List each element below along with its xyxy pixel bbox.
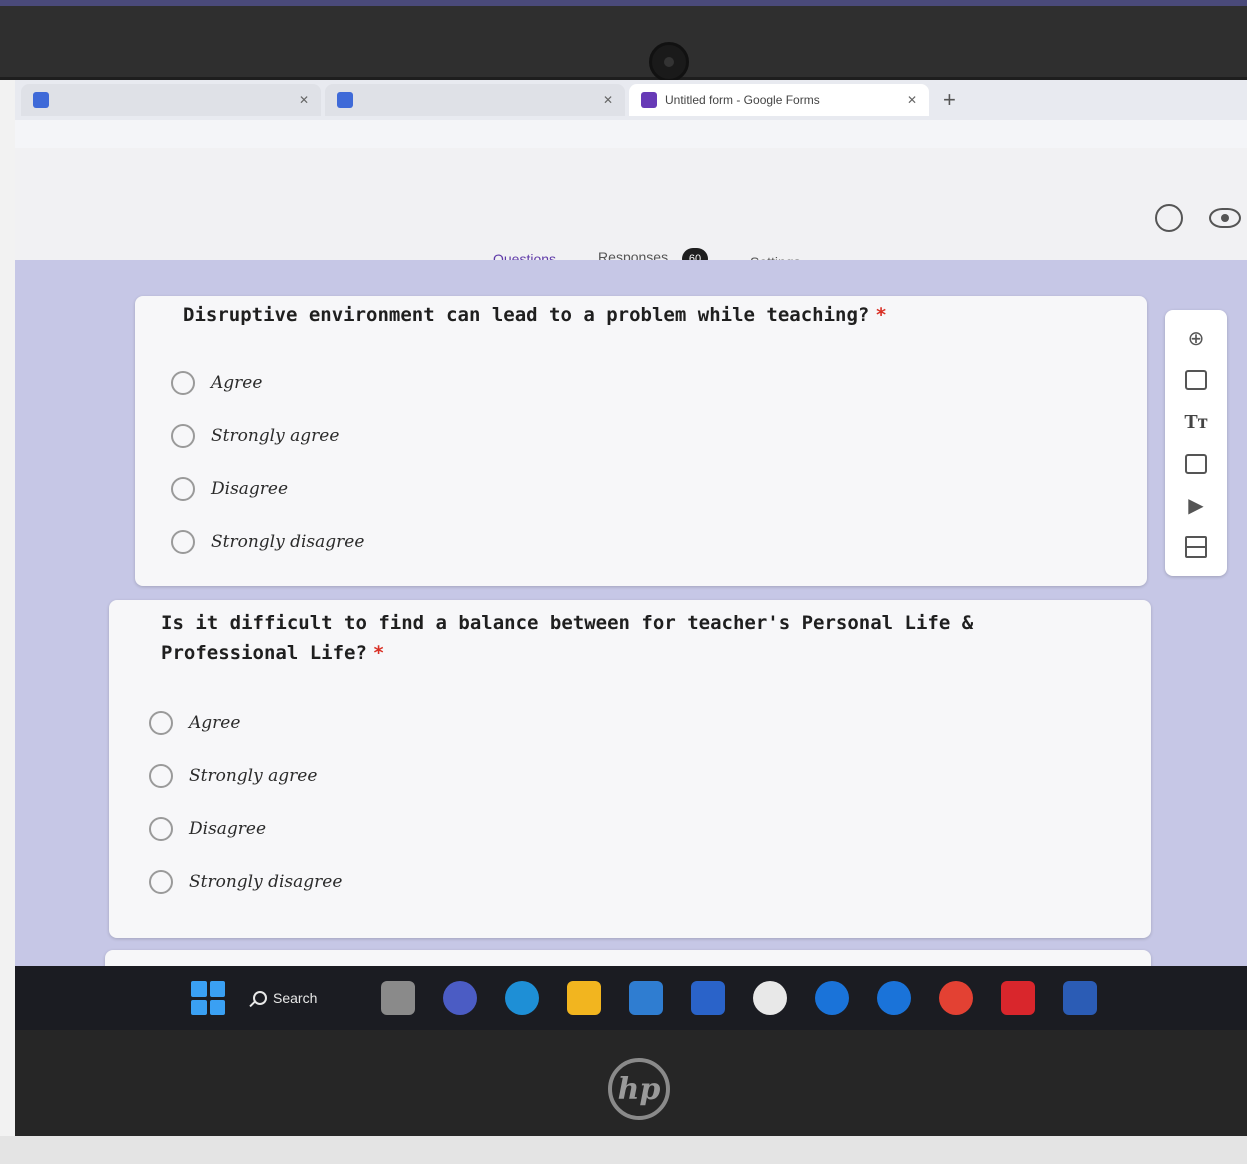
option-label: Disagree <box>211 478 289 499</box>
question-card-3[interactable] <box>105 950 1151 966</box>
option-label: Strongly agree <box>189 765 318 786</box>
search-icon <box>253 991 267 1005</box>
option-strongly-disagree[interactable]: Strongly disagree <box>149 855 342 908</box>
windows-start-icon[interactable] <box>191 981 225 1015</box>
question-card-2[interactable]: Is it difficult to find a balance betwee… <box>109 600 1151 938</box>
option-disagree[interactable]: Disagree <box>171 462 364 515</box>
add-title-icon[interactable]: Tт <box>1181 407 1211 437</box>
word-icon[interactable] <box>1063 981 1097 1015</box>
option-strongly-agree[interactable]: Strongly agree <box>171 409 364 462</box>
app-icon-3[interactable] <box>1001 981 1035 1015</box>
radio-button[interactable] <box>171 370 195 395</box>
radio-button[interactable] <box>171 476 195 501</box>
store-icon[interactable] <box>691 981 725 1015</box>
radio-button[interactable] <box>171 529 195 554</box>
radio-button[interactable] <box>149 816 173 841</box>
browser-tab-strip: ✕ ✕ Untitled form - Google Forms ✕ + <box>15 80 1247 120</box>
app-icon-1[interactable] <box>815 981 849 1015</box>
edge-icon[interactable] <box>505 981 539 1015</box>
close-icon[interactable]: ✕ <box>907 93 917 107</box>
windows-taskbar: Search <box>15 966 1247 1030</box>
tab-title: Untitled form - Google Forms <box>665 93 820 107</box>
tab-favicon-icon <box>33 92 49 108</box>
camera-icon[interactable] <box>753 981 787 1015</box>
laptop-top-bezel <box>0 0 1247 82</box>
form-canvas: Disruptive environment can lead to a pro… <box>15 260 1247 966</box>
header-icons <box>1155 204 1241 232</box>
option-agree[interactable]: Agree <box>171 356 364 409</box>
option-label: Disagree <box>189 818 267 839</box>
app-icon-2[interactable] <box>877 981 911 1015</box>
radio-button[interactable] <box>149 710 173 735</box>
mail-icon[interactable] <box>629 981 663 1015</box>
option-label: Strongly disagree <box>211 531 365 552</box>
taskbar-search[interactable]: Search <box>253 990 353 1006</box>
tab-favicon-icon <box>337 92 353 108</box>
add-question-icon[interactable]: ⊕ <box>1181 324 1211 354</box>
import-questions-icon[interactable] <box>1181 365 1211 395</box>
radio-button[interactable] <box>149 763 173 788</box>
hp-logo: hp <box>608 1058 670 1120</box>
option-agree[interactable]: Agree <box>149 696 342 749</box>
folder-icon[interactable] <box>567 981 601 1015</box>
floating-toolbar: ⊕ Tт ▶ <box>1165 310 1227 576</box>
file-explorer-icon[interactable] <box>381 981 415 1015</box>
forms-favicon-icon <box>641 92 657 108</box>
preview-eye-icon[interactable] <box>1209 208 1241 228</box>
browser-tab-forms[interactable]: Untitled form - Google Forms ✕ <box>629 84 929 116</box>
option-label: Agree <box>211 372 263 393</box>
new-tab-button[interactable]: + <box>933 87 966 113</box>
add-image-icon[interactable] <box>1181 449 1211 479</box>
question-title-text: Disruptive environment can lead to a pro… <box>183 304 870 326</box>
option-list: Agree Strongly agree Disagree Strongly d… <box>149 696 342 908</box>
option-strongly-disagree[interactable]: Strongly disagree <box>171 515 364 568</box>
option-strongly-agree[interactable]: Strongly agree <box>149 749 342 802</box>
browser-tab-2[interactable]: ✕ <box>325 84 625 116</box>
option-label: Strongly disagree <box>189 871 343 892</box>
option-disagree[interactable]: Disagree <box>149 802 342 855</box>
add-video-icon[interactable]: ▶ <box>1181 490 1211 520</box>
close-icon[interactable]: ✕ <box>603 93 613 107</box>
radio-button[interactable] <box>171 423 195 448</box>
teams-icon[interactable] <box>443 981 477 1015</box>
option-label: Agree <box>189 712 241 733</box>
question-title: Disruptive environment can lead to a pro… <box>183 300 1083 330</box>
option-list: Agree Strongly agree Disagree Strongly d… <box>171 356 364 568</box>
add-section-icon[interactable] <box>1181 532 1211 562</box>
question-title: Is it difficult to find a balance betwee… <box>161 608 1081 668</box>
webcam <box>649 42 689 82</box>
add-title-glyph: Tт <box>1184 410 1208 433</box>
option-label: Strongly agree <box>211 425 340 446</box>
browser-tab-1[interactable]: ✕ <box>21 84 321 116</box>
required-asterisk: * <box>372 642 385 664</box>
question-card-1[interactable]: Disruptive environment can lead to a pro… <box>135 296 1147 586</box>
radio-button[interactable] <box>149 869 173 894</box>
photo-margin <box>0 0 15 1164</box>
question-title-text: Is it difficult to find a balance betwee… <box>161 612 974 664</box>
required-asterisk: * <box>875 304 887 326</box>
address-bar[interactable] <box>15 120 1247 148</box>
desk-surface <box>0 1136 1247 1164</box>
search-label: Search <box>273 990 318 1006</box>
palette-icon[interactable] <box>1155 204 1183 232</box>
close-icon[interactable]: ✕ <box>299 93 309 107</box>
chrome-icon[interactable] <box>939 981 973 1015</box>
